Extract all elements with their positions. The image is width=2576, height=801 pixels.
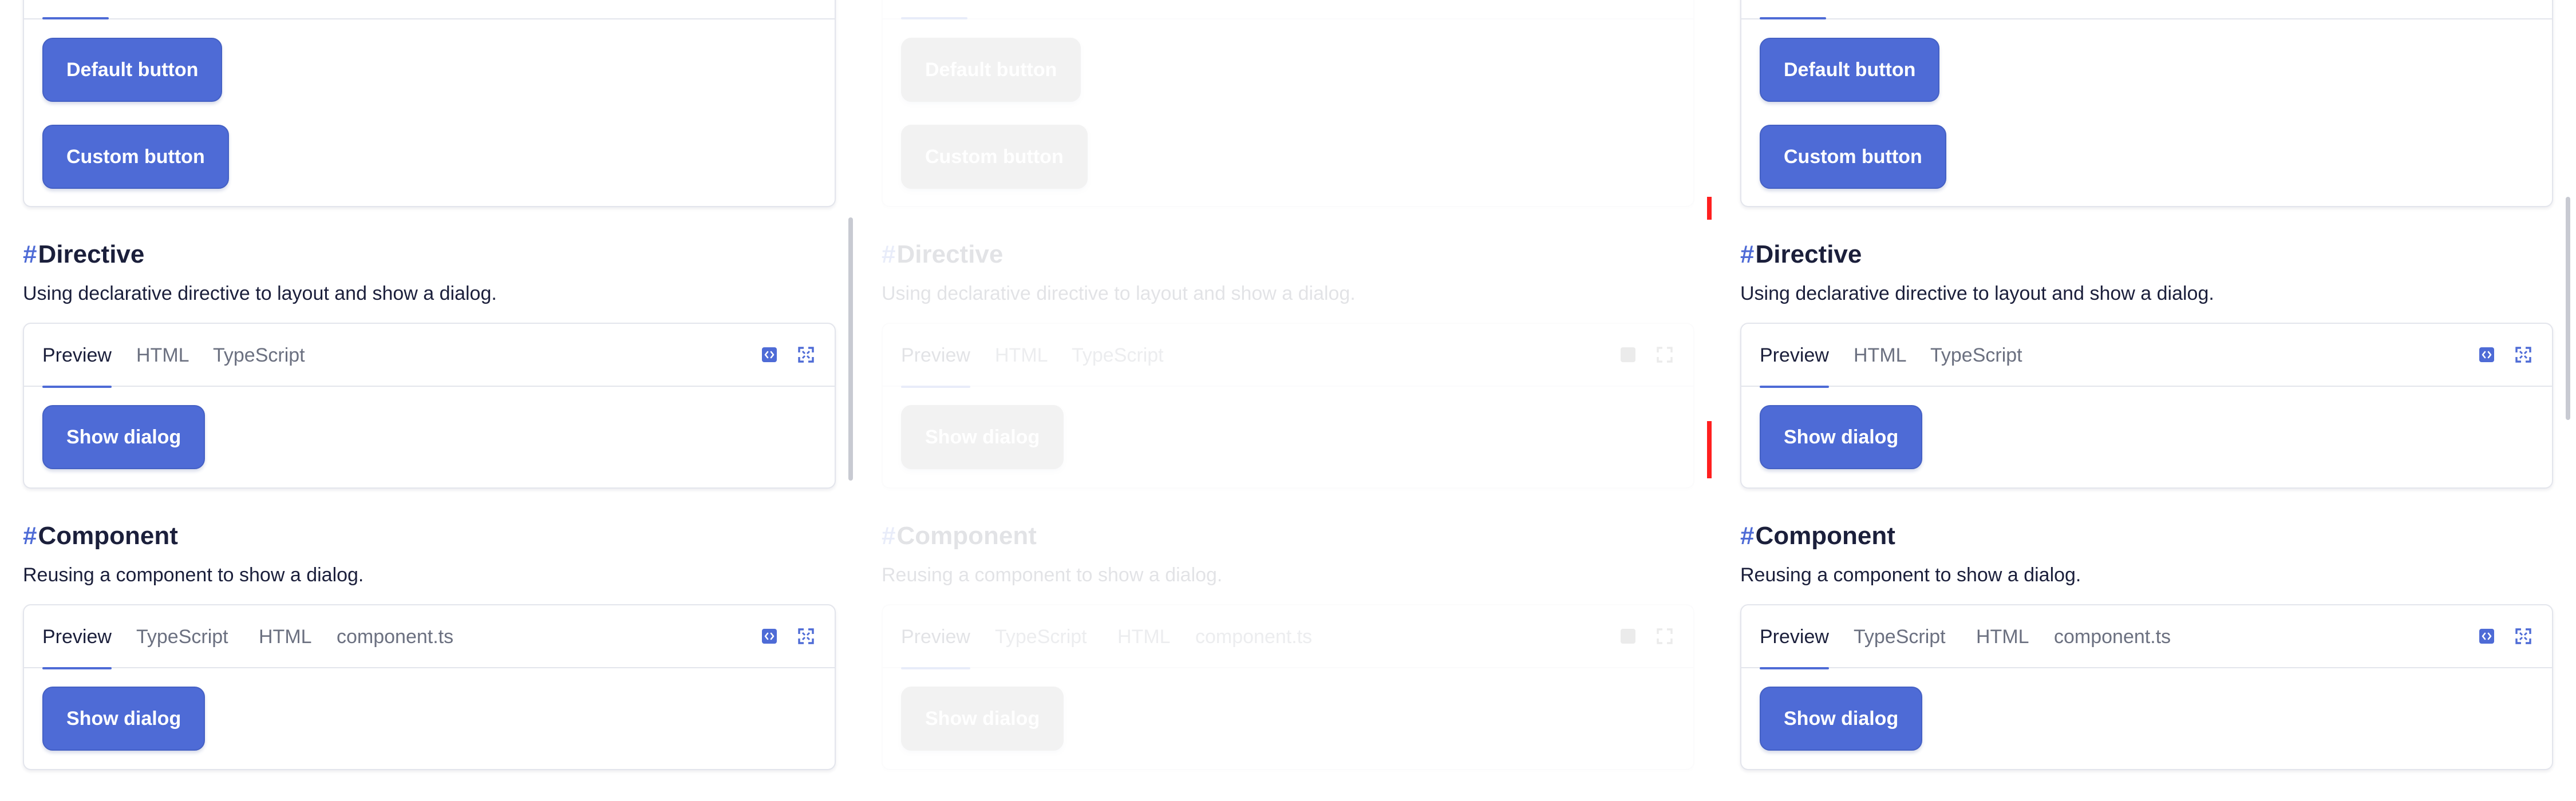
directive-preview-card: Preview HTML TypeScript Show dialog [23, 323, 836, 489]
tab-component-ts[interactable]: component.ts [1195, 605, 1312, 668]
tab-typescript[interactable]: TypeScript [213, 324, 305, 387]
show-dialog-button[interactable]: Show dialog [1760, 687, 1923, 751]
tab-html[interactable]: HTML [136, 324, 189, 387]
component-tabs: Preview TypeScript HTML component.ts [883, 605, 1693, 669]
buttons-preview-card: Default button Custom button [882, 0, 1694, 207]
custom-button[interactable]: Custom button [1760, 125, 1946, 189]
buttons-preview-card: Default button Custom button [23, 0, 836, 207]
section-title-directive: #Directive [882, 240, 1003, 268]
code-icon[interactable] [760, 346, 779, 364]
code-icon[interactable] [760, 627, 779, 645]
fullscreen-icon[interactable] [1656, 346, 1674, 364]
custom-button[interactable]: Custom button [901, 125, 1088, 189]
tab-html[interactable]: HTML [1117, 605, 1171, 668]
fullscreen-icon[interactable] [797, 627, 815, 645]
section-description-directive: Using declarative directive to layout an… [23, 283, 497, 304]
component-tabs: Preview TypeScript HTML component.ts [1741, 605, 2552, 669]
column-left: Default button Custom button #Directive … [23, 0, 858, 801]
tab-typescript[interactable]: TypeScript [136, 605, 228, 668]
show-dialog-button[interactable]: Show dialog [901, 405, 1064, 469]
tab-preview[interactable]: Preview [1760, 324, 1829, 388]
tab-active-indicator [901, 17, 967, 19]
tab-html[interactable]: HTML [995, 324, 1048, 387]
tab-html[interactable]: HTML [1976, 605, 2029, 668]
tab-preview[interactable]: Preview [42, 605, 112, 669]
section-description-component: Reusing a component to show a dialog. [1740, 564, 2081, 586]
tab-html[interactable]: HTML [1854, 324, 1907, 387]
diff-marker [1707, 197, 1712, 220]
show-dialog-button[interactable]: Show dialog [42, 687, 206, 751]
code-icon[interactable] [1619, 627, 1637, 645]
tab-html[interactable]: HTML [259, 605, 312, 668]
section-description-directive: Using declarative directive to layout an… [1740, 283, 2214, 304]
show-dialog-button[interactable]: Show dialog [1760, 405, 1923, 469]
tab-typescript[interactable]: TypeScript [1854, 605, 1946, 668]
fullscreen-icon[interactable] [2514, 346, 2532, 364]
section-description-component: Reusing a component to show a dialog. [882, 564, 1223, 586]
tab-component-ts[interactable]: component.ts [337, 605, 453, 668]
fullscreen-icon[interactable] [1656, 627, 1674, 645]
default-button[interactable]: Default button [1760, 38, 1940, 102]
tab-divider [24, 18, 835, 19]
tab-divider [1741, 18, 2552, 19]
scrollbar-thumb[interactable] [848, 217, 853, 481]
directive-tabs: Preview HTML TypeScript [24, 324, 835, 388]
section-description-component: Reusing a component to show a dialog. [23, 564, 364, 586]
directive-preview-card: Preview HTML TypeScript Show dialog [1740, 323, 2553, 489]
column-middle: Default button Custom button #Directive … [882, 0, 1716, 801]
diff-marker [1707, 421, 1712, 478]
tab-preview[interactable]: Preview [901, 324, 970, 388]
tab-preview[interactable]: Preview [42, 324, 112, 388]
tab-active-indicator [42, 17, 109, 19]
tab-active-indicator [1760, 17, 1826, 19]
section-title-directive: #Directive [1740, 240, 1862, 268]
section-title-component: #Component [23, 522, 178, 550]
tab-component-ts[interactable]: component.ts [2054, 605, 2171, 668]
section-description-directive: Using declarative directive to layout an… [882, 283, 1356, 304]
tab-typescript[interactable]: TypeScript [1072, 324, 1164, 387]
column-right: Default button Custom button #Directive … [1740, 0, 2575, 801]
section-title-component: #Component [882, 522, 1037, 550]
directive-preview-card: Preview HTML TypeScript Show dialog [882, 323, 1694, 489]
default-button[interactable]: Default button [42, 38, 223, 102]
component-preview-card: Preview TypeScript HTML component.ts Sho… [882, 604, 1694, 770]
custom-button[interactable]: Custom button [42, 125, 229, 189]
tab-preview[interactable]: Preview [1760, 605, 1829, 669]
code-icon[interactable] [2478, 346, 2496, 364]
scrollbar-thumb[interactable] [2566, 197, 2570, 420]
section-title-component: #Component [1740, 522, 1895, 550]
component-preview-card: Preview TypeScript HTML component.ts Sho… [23, 604, 836, 770]
tab-divider [883, 18, 1693, 19]
default-button[interactable]: Default button [901, 38, 1081, 102]
directive-tabs: Preview HTML TypeScript [1741, 324, 2552, 388]
tab-typescript[interactable]: TypeScript [1930, 324, 2022, 387]
component-preview-card: Preview TypeScript HTML component.ts Sho… [1740, 604, 2553, 770]
fullscreen-icon[interactable] [797, 346, 815, 364]
show-dialog-button[interactable]: Show dialog [901, 687, 1064, 751]
directive-tabs: Preview HTML TypeScript [883, 324, 1693, 388]
show-dialog-button[interactable]: Show dialog [42, 405, 206, 469]
buttons-preview-card: Default button Custom button [1740, 0, 2553, 207]
code-icon[interactable] [1619, 346, 1637, 364]
fullscreen-icon[interactable] [2514, 627, 2532, 645]
tab-typescript[interactable]: TypeScript [995, 605, 1087, 668]
tab-preview[interactable]: Preview [901, 605, 970, 669]
component-tabs: Preview TypeScript HTML component.ts [24, 605, 835, 669]
code-icon[interactable] [2478, 627, 2496, 645]
section-title-directive: #Directive [23, 240, 145, 268]
